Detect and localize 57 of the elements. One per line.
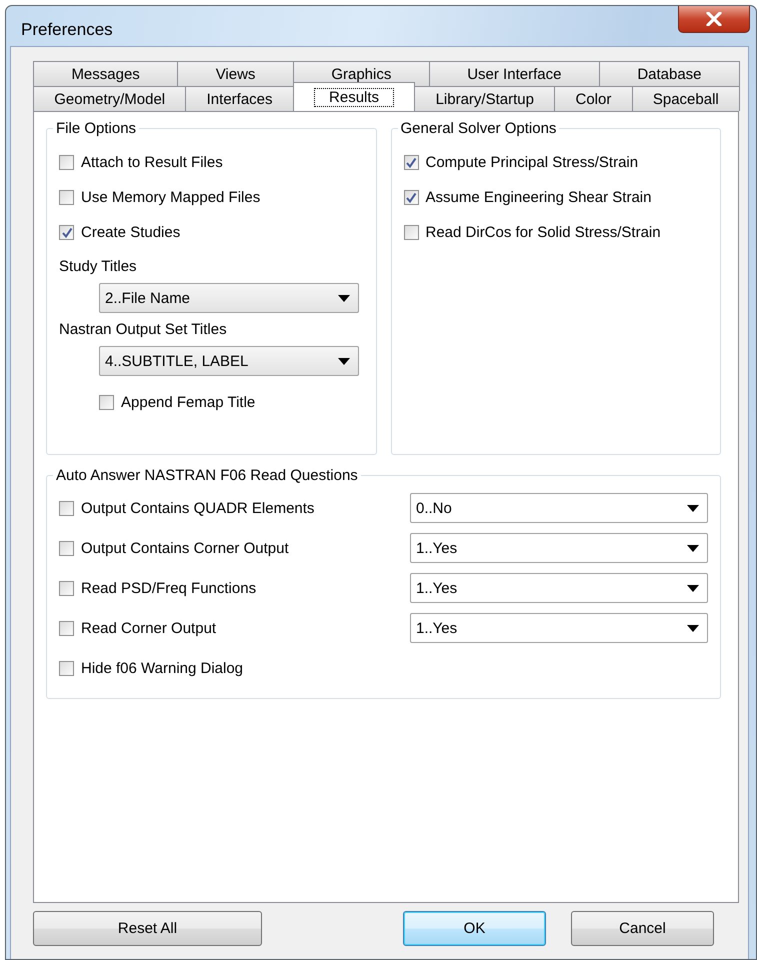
tab[interactable]: Database (598, 61, 740, 86)
dropdown[interactable]: 1..Yes (410, 613, 708, 643)
reset-button[interactable]: Reset All (33, 911, 262, 946)
group-title: File Options (55, 120, 138, 137)
checkbox[interactable] (59, 500, 74, 516)
checkbox[interactable] (59, 155, 74, 170)
checkbox[interactable] (404, 190, 418, 205)
caret-icon (687, 624, 699, 632)
checkbox-label: Read DirCos for Solid Stress/Strain (426, 224, 661, 241)
dropdown[interactable]: 1..Yes (410, 533, 708, 563)
checkbox-label: Append Femap Title (121, 394, 256, 410)
close-icon (705, 12, 723, 26)
dropdown[interactable]: 4..SUBTITLE, LABEL (99, 346, 359, 376)
checkbox[interactable] (59, 540, 74, 556)
checkbox-label: Compute Principal Stress/Strain (426, 154, 638, 171)
checkbox-label: Output Contains Corner Output (81, 540, 289, 556)
checkbox[interactable] (404, 225, 418, 240)
checkbox-label: Output Contains QUADR Elements (81, 500, 314, 516)
checkbox-label: Read Corner Output (81, 620, 216, 636)
tab[interactable]: Interfaces (185, 86, 294, 111)
checkbox-label: Attach to Result Files (81, 154, 223, 171)
caret-icon (338, 358, 350, 364)
dropdown[interactable]: 2..File Name (99, 283, 359, 313)
caret-icon (338, 294, 350, 302)
tab[interactable]: Views (177, 61, 294, 86)
field-label: Study Titles (59, 258, 138, 275)
checkbox[interactable] (59, 190, 74, 205)
caret-icon (687, 584, 699, 592)
dialog-button[interactable]: OK (403, 911, 546, 946)
checkbox-label: Assume Engineering Shear Strain (426, 189, 652, 206)
checkbox-label: Hide f06 Warning Dialog (81, 660, 244, 676)
dropdown[interactable]: 1..Yes (410, 573, 708, 603)
tab[interactable]: User Interface (428, 61, 600, 86)
field-label: Nastran Output Set Titles (59, 321, 228, 338)
dialog-button[interactable]: Cancel (571, 911, 714, 946)
checkbox[interactable] (59, 620, 74, 636)
checkbox-label: Create Studies (81, 224, 180, 241)
tab[interactable]: Spaceball (632, 86, 740, 111)
tab[interactable]: Geometry/Model (33, 86, 186, 111)
tab[interactable]: Messages (33, 61, 178, 86)
close-button[interactable] (678, 6, 750, 33)
caret-icon (687, 544, 699, 552)
group-title: Auto Answer NASTRAN F06 Read Questions (55, 467, 359, 484)
tab[interactable]: Library/Startup (414, 86, 556, 111)
group-title: General Solver Options (400, 120, 558, 137)
checkbox-label: Read PSD/Freq Functions (81, 580, 256, 596)
checkbox[interactable] (404, 155, 418, 170)
tab[interactable]: Color (554, 86, 633, 111)
checkbox[interactable] (59, 580, 74, 596)
checkbox[interactable] (59, 660, 74, 676)
checkbox[interactable] (99, 394, 114, 410)
checkbox[interactable] (59, 225, 74, 240)
caret-icon (687, 504, 699, 512)
checkbox-label: Use Memory Mapped Files (81, 189, 260, 206)
window-title: Preferences (21, 20, 113, 40)
dropdown[interactable]: 0..No (410, 493, 708, 523)
tab[interactable]: Results (292, 82, 416, 111)
